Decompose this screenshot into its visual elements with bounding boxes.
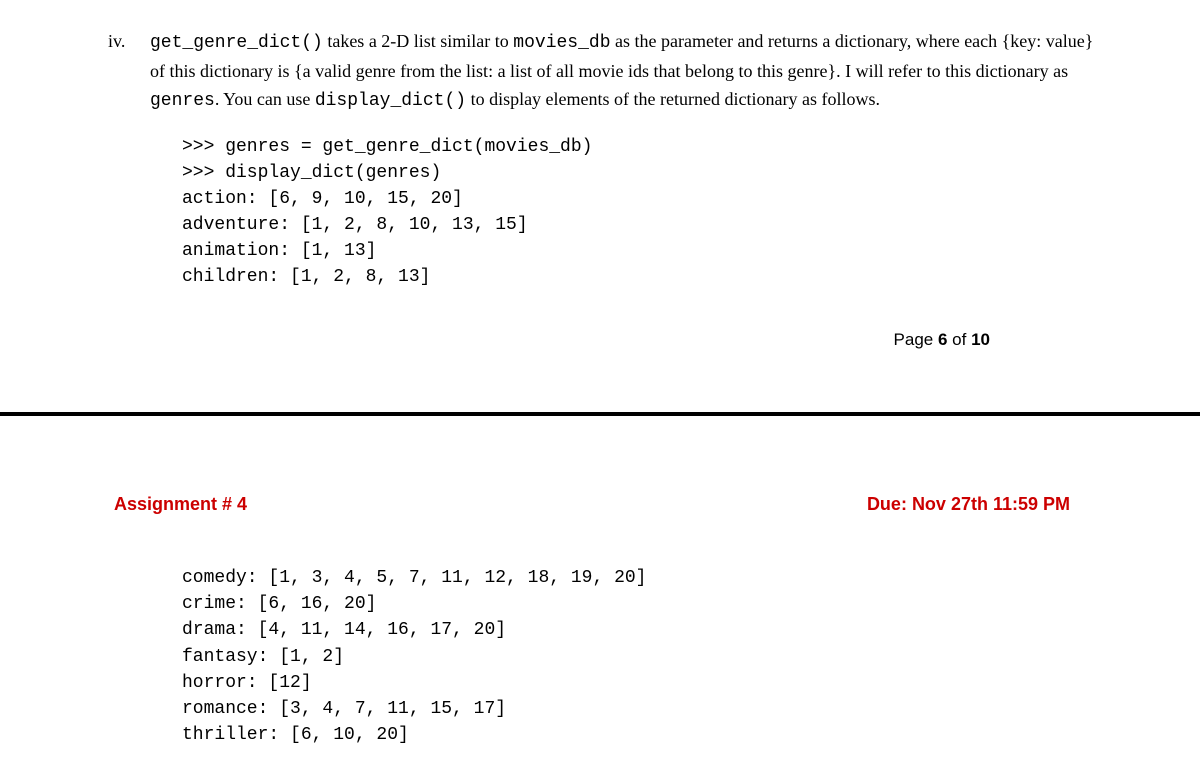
page-bottom-section: Assignment # 4 Due: Nov 27th 11:59 PM co… xyxy=(0,416,1200,748)
page-total: 10 xyxy=(971,330,990,349)
page-of: of xyxy=(947,330,971,349)
code-inline: display_dict() xyxy=(315,91,466,111)
code-inline: get_genre_dict() xyxy=(150,33,323,53)
code-block-bottom: comedy: [1, 3, 4, 5, 7, 11, 12, 18, 19, … xyxy=(182,565,1100,748)
code-inline: genres xyxy=(150,91,215,111)
text: . You can use xyxy=(215,89,315,109)
code-block-top: >>> genres = get_genre_dict(movies_db) >… xyxy=(182,134,1100,291)
item-numeral: iv. xyxy=(100,28,150,56)
page-prefix: Page xyxy=(894,330,938,349)
code-inline: movies_db xyxy=(513,33,610,53)
item-description: get_genre_dict() takes a 2-D list simila… xyxy=(150,28,1100,116)
text: to display elements of the returned dict… xyxy=(466,89,880,109)
list-item: iv. get_genre_dict() takes a 2-D list si… xyxy=(100,28,1100,116)
text: takes a 2-D list similar to xyxy=(323,31,513,51)
due-date: Due: Nov 27th 11:59 PM xyxy=(867,494,1070,515)
page-number: Page 6 of 10 xyxy=(100,290,1100,350)
header-row: Assignment # 4 Due: Nov 27th 11:59 PM xyxy=(100,494,1100,515)
page-top-section: iv. get_genre_dict() takes a 2-D list si… xyxy=(0,0,1200,350)
assignment-title: Assignment # 4 xyxy=(114,494,247,515)
